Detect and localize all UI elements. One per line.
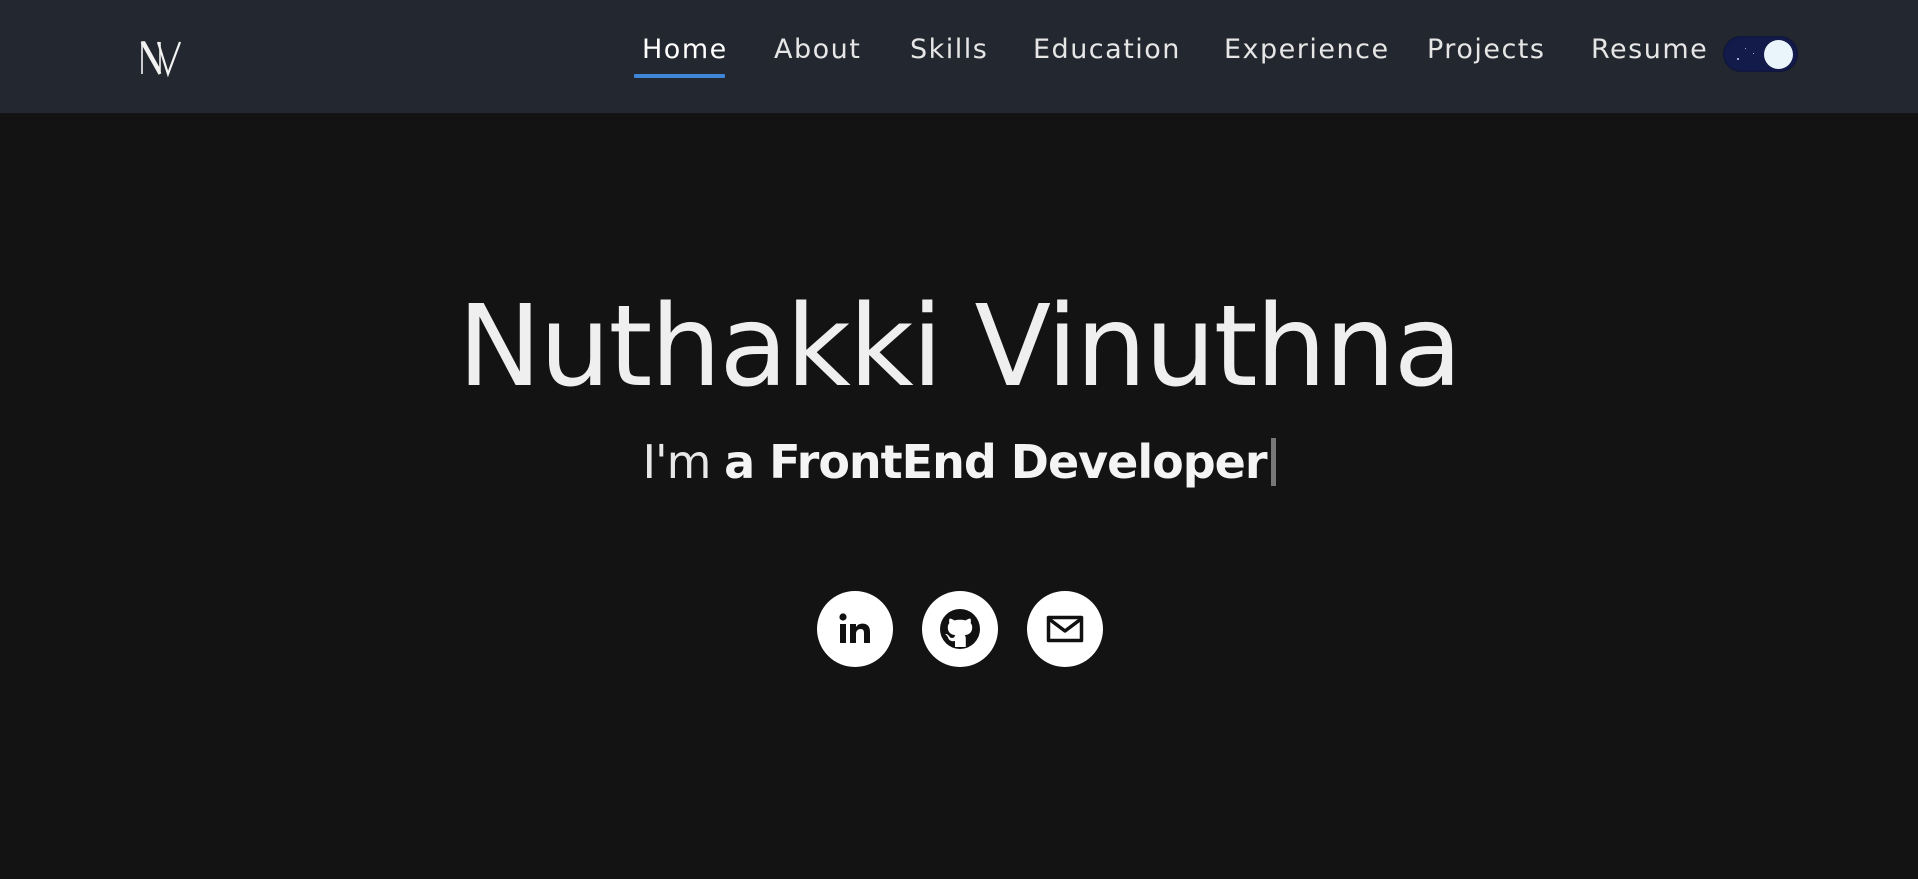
hero-name: Nuthakki Vinuthna [457,282,1463,412]
theme-toggle[interactable] [1723,36,1798,72]
nav-about[interactable]: About [774,32,861,68]
typed-role: a FrontEnd Developer [724,435,1267,489]
logo[interactable] [136,30,186,80]
nav-experience[interactable]: Experience [1224,32,1390,68]
nav-education[interactable]: Education [1033,32,1181,68]
mail-icon [1046,615,1084,643]
nav-resume[interactable]: Resume [1591,32,1708,68]
typing-cursor [1270,438,1276,486]
active-nav-underline [634,74,725,78]
linkedin-button[interactable] [817,591,893,667]
nav-skills[interactable]: Skills [910,32,988,68]
nav-projects[interactable]: Projects [1427,32,1545,68]
star-icon [1745,48,1746,49]
star-icon [1753,53,1754,54]
moon-knob-icon [1764,40,1793,69]
linkedin-icon [839,613,870,643]
hero-prefix: I'm [642,435,725,489]
github-icon [940,609,980,649]
nv-logo-icon [140,41,182,78]
star-icon [1737,58,1739,60]
email-button[interactable] [1027,591,1103,667]
navbar: Home About Skills Education Experience P… [0,0,1918,113]
hero-subtitle: I'm a FrontEnd Developer [0,432,1918,492]
nav-home[interactable]: Home [642,32,728,68]
github-button[interactable] [922,591,998,667]
